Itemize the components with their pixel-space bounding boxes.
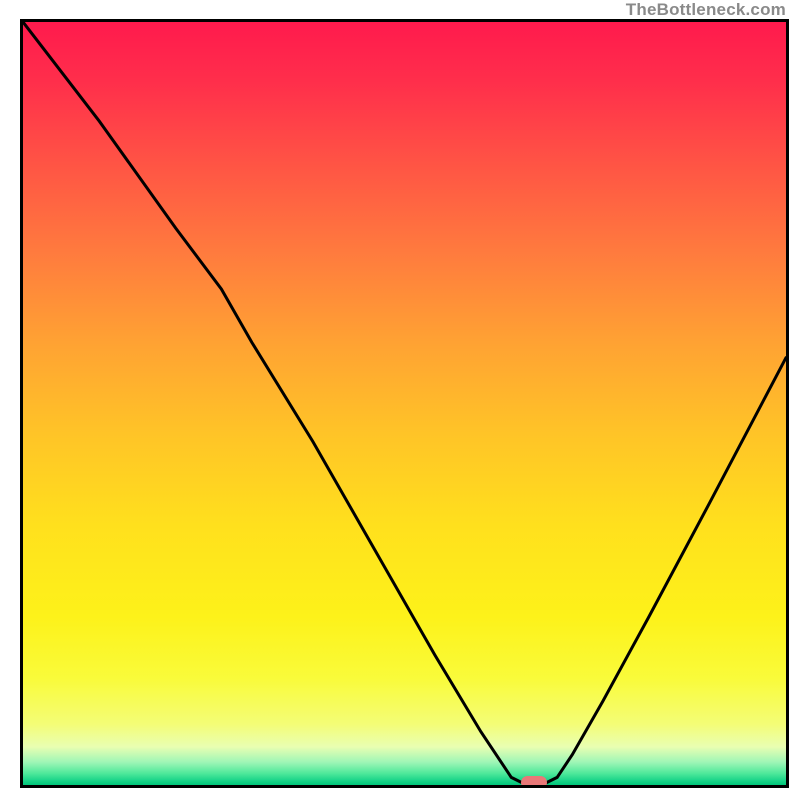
chart-container: TheBottleneck.com xyxy=(0,0,800,800)
plot-area xyxy=(20,19,789,788)
minimum-marker xyxy=(521,776,547,788)
watermark-text: TheBottleneck.com xyxy=(626,0,786,20)
gradient-background xyxy=(23,22,786,785)
